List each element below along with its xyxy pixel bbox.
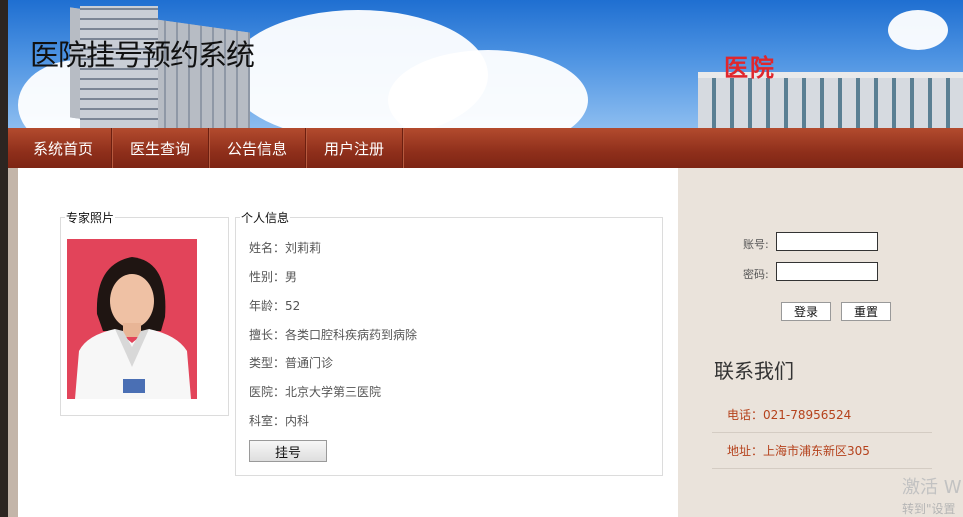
main-content: 专家照片 个人信息 姓名：刘莉莉 性别：男 年龄：52 擅长：各类口腔科疾病药到… xyxy=(18,168,678,517)
hospital-sign: 医院 xyxy=(724,55,776,82)
info-value: 52 xyxy=(285,299,301,313)
activate-watermark-hint: 转到"设置 xyxy=(902,502,956,516)
cloud xyxy=(888,10,948,50)
password-input[interactable] xyxy=(776,262,878,281)
account-input[interactable] xyxy=(776,232,878,251)
info-value: 男 xyxy=(285,270,298,284)
password-label: 密码: xyxy=(743,268,769,281)
personal-info-legend: 个人信息 xyxy=(241,211,290,225)
account-label: 账号: xyxy=(743,238,769,251)
info-label: 姓名： xyxy=(249,241,286,255)
site-title: 医院挂号预约系统 xyxy=(30,38,255,72)
doctor-portrait-image xyxy=(67,239,197,399)
sidebar: 账号: 密码: 登录 重置 联系我们 电话：021-78956524 地址：上海… xyxy=(678,168,963,517)
main-nav: 系统首页 医生查询 公告信息 用户注册 xyxy=(8,128,963,168)
login-button[interactable]: 登录 xyxy=(781,302,831,321)
reset-button[interactable]: 重置 xyxy=(841,302,891,321)
info-row-age: 年龄：52 xyxy=(249,297,300,314)
contact-phone: 电话：021-78956524 xyxy=(712,398,932,433)
info-row-specialty: 擅长：各类口腔科疾病药到病除 xyxy=(249,326,417,343)
nav-item-doctor-search[interactable]: 医生查询 xyxy=(112,128,210,168)
activate-watermark: 激活 W xyxy=(902,477,962,498)
info-value: 各类口腔科疾病药到病除 xyxy=(285,328,418,342)
info-label: 类型： xyxy=(249,356,286,370)
window-frame-left xyxy=(0,0,8,517)
expert-photo-legend: 专家照片 xyxy=(66,211,115,225)
info-row-name: 姓名：刘莉莉 xyxy=(249,239,321,256)
nav-item-register[interactable]: 用户注册 xyxy=(306,128,404,168)
info-value: 内科 xyxy=(285,414,310,428)
info-value: 刘莉莉 xyxy=(285,241,322,255)
info-value: 普通门诊 xyxy=(285,356,334,370)
header-banner: 医院 医院挂号预约系统 xyxy=(8,0,963,128)
info-row-type: 类型：普通门诊 xyxy=(249,354,333,371)
contact-title: 联系我们 xyxy=(714,359,794,383)
book-appointment-button[interactable]: 挂号 xyxy=(249,440,327,462)
info-row-hospital: 医院：北京大学第三医院 xyxy=(249,383,381,400)
contact-address: 地址：上海市浦东新区305 xyxy=(712,434,932,469)
info-label: 年龄： xyxy=(249,299,286,313)
nav-item-home[interactable]: 系统首页 xyxy=(8,128,113,168)
personal-info-box: 个人信息 姓名：刘莉莉 性别：男 年龄：52 擅长：各类口腔科疾病药到病除 类型… xyxy=(235,209,663,476)
expert-photo-box: 专家照片 xyxy=(60,209,229,416)
info-label: 科室： xyxy=(249,414,286,428)
doctor-photo xyxy=(67,239,197,399)
info-row-department: 科室：内科 xyxy=(249,412,309,429)
page-left-strip xyxy=(8,168,18,517)
nav-item-announcements[interactable]: 公告信息 xyxy=(209,128,307,168)
info-label: 性别： xyxy=(249,270,286,284)
info-row-gender: 性别：男 xyxy=(249,268,297,285)
info-label: 医院： xyxy=(249,385,286,399)
info-value: 北京大学第三医院 xyxy=(285,385,382,399)
info-label: 擅长： xyxy=(249,328,286,342)
